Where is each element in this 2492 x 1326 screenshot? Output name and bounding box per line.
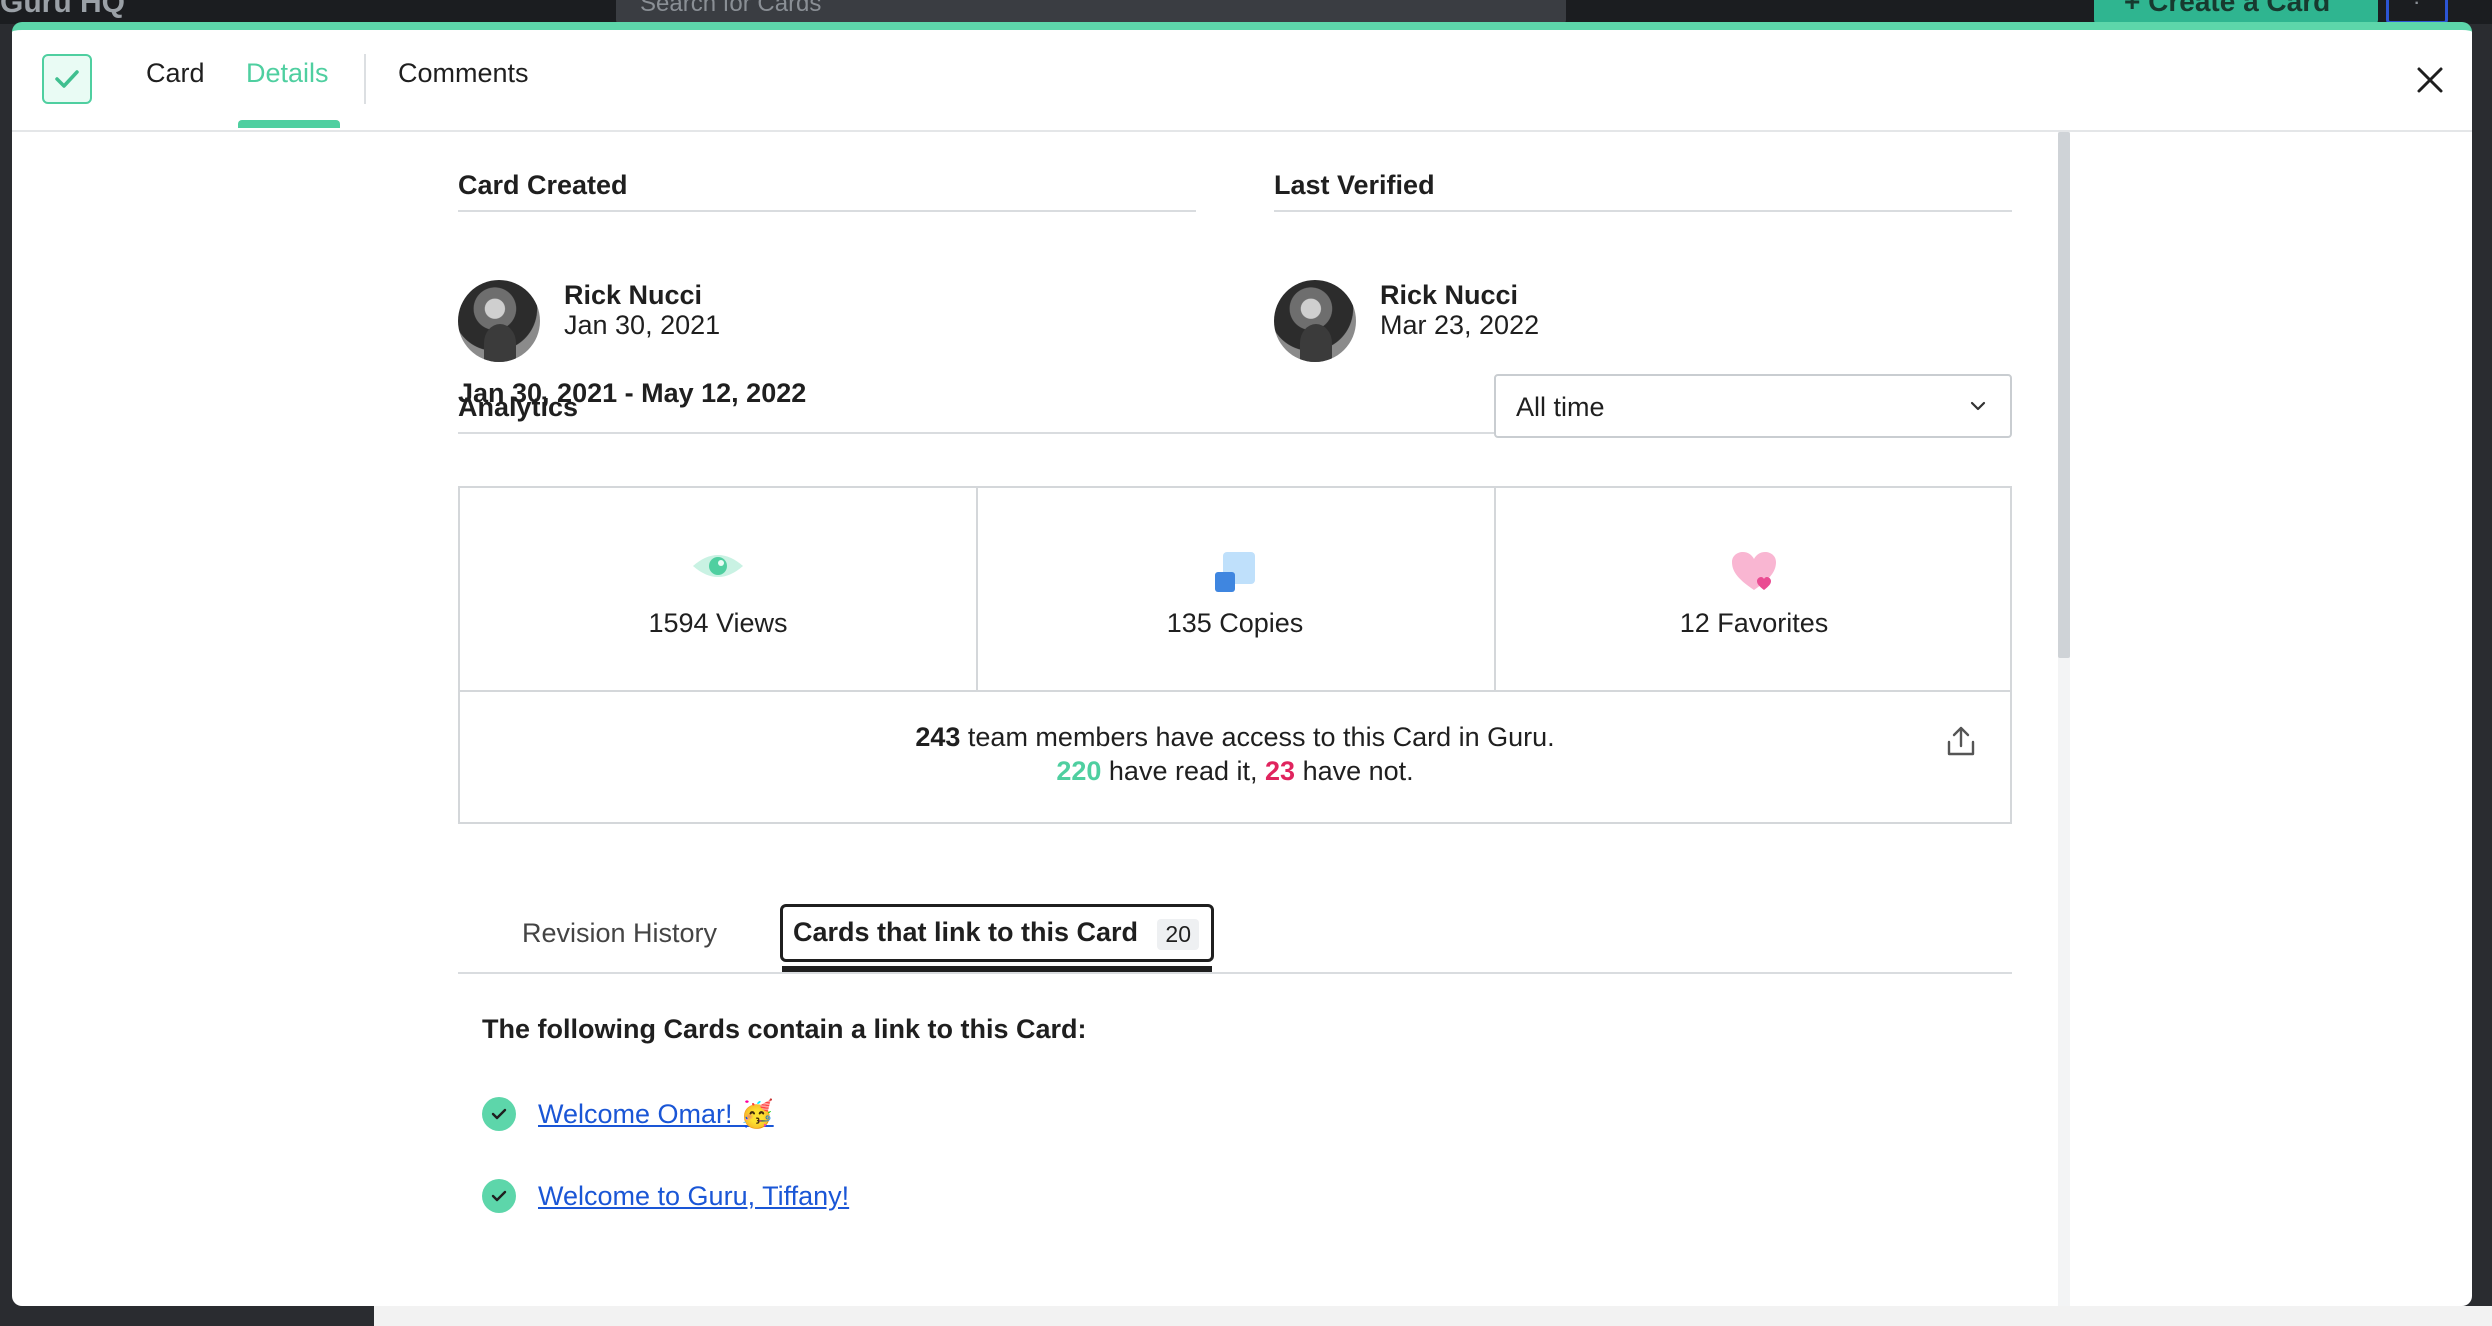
creator-name: Rick Nucci <box>564 280 703 310</box>
verifier-avatar <box>1274 280 1356 362</box>
linked-cards-intro: The following Cards contain a link to th… <box>482 1014 1087 1044</box>
card-created-rule <box>458 210 1196 212</box>
background-title: Guru HQ <box>0 0 125 19</box>
creator-date: Jan 30, 2021 <box>564 310 721 340</box>
background-create-card-button: + Create a Card <box>2094 0 2378 24</box>
tab-active-indicator <box>238 120 340 128</box>
linked-card-link[interactable]: Welcome to Guru, Tiffany! <box>538 1181 849 1212</box>
verifier-date: Mar 23, 2022 <box>1380 310 1540 340</box>
stat-copies: 135 Copies <box>976 488 1492 690</box>
subtab-rule <box>458 972 2012 974</box>
analytics-stats: 1594 Views 135 Copies 12 Favorites <box>458 486 2012 692</box>
modal-header: Card Details Comments <box>12 30 2472 132</box>
tab-card[interactable]: Card <box>146 58 205 89</box>
tab-divider <box>364 54 366 104</box>
tab-comments[interactable]: Comments <box>398 58 529 89</box>
background-search-input: Search for Cards <box>616 0 1566 24</box>
access-total-count: 243 <box>915 722 961 752</box>
verified-check-icon <box>482 1097 516 1131</box>
access-read-text: have read it, <box>1101 756 1266 786</box>
stat-views: 1594 Views <box>460 488 976 690</box>
linked-card-item[interactable]: Welcome Omar! 🥳 <box>482 1094 774 1134</box>
verifier-name: Rick Nucci <box>1380 280 1519 310</box>
access-line-total: 243 team members have access to this Car… <box>460 722 2010 753</box>
last-verified-rule <box>1274 210 2012 212</box>
export-button[interactable] <box>1944 724 1978 758</box>
linked-card-link[interactable]: Welcome Omar! 🥳 <box>538 1098 774 1130</box>
period-select-value: All time <box>1516 392 1605 422</box>
period-select[interactable]: All time <box>1494 374 2012 438</box>
background-bottom-strip <box>374 1306 2492 1326</box>
stat-copies-label: 135 Copies <box>1166 608 1304 638</box>
chevron-down-icon <box>1970 401 1986 411</box>
subtab-linked-cards[interactable]: Cards that link to this Card 20 <box>780 904 1214 962</box>
subtab-linked-cards-label: Cards that link to this Card <box>793 917 1139 947</box>
close-icon <box>2417 67 2443 93</box>
access-total-text: team members have access to this Card in… <box>960 722 1555 752</box>
eye-icon <box>693 555 743 577</box>
copy-icon <box>1215 552 1255 592</box>
access-unread-text: have not. <box>1295 756 1414 786</box>
export-icon <box>1947 726 1975 756</box>
card-created-title: Card Created <box>458 170 628 200</box>
scrollbar-thumb[interactable] <box>2058 132 2070 658</box>
background-help-button: ? <box>2386 0 2448 24</box>
heart-icon <box>1732 552 1776 590</box>
linked-card-item[interactable]: Welcome to Guru, Tiffany! <box>482 1176 849 1216</box>
subtab-revision-history[interactable]: Revision History <box>522 918 717 949</box>
verified-check-icon <box>42 54 92 104</box>
creator-avatar <box>458 280 540 362</box>
access-unread-count: 23 <box>1265 756 1296 786</box>
close-button[interactable] <box>2410 60 2450 100</box>
linked-cards-count-badge: 20 <box>1157 919 1199 950</box>
card-details-modal: Card Details Comments Card Created Rick … <box>12 22 2472 1306</box>
stat-views-label: 1594 Views <box>648 608 788 638</box>
stat-favorites-label: 12 Favorites <box>1679 608 1829 638</box>
access-summary: 243 team members have access to this Car… <box>458 690 2012 824</box>
modal-content: Card Created Rick Nucci Jan 30, 2021 Las… <box>12 132 2472 1306</box>
access-line-read: 220 have read it, 23 have not. <box>460 756 2010 787</box>
verified-check-icon <box>482 1179 516 1213</box>
access-read-count: 220 <box>1056 756 1102 786</box>
tab-details[interactable]: Details <box>246 58 329 89</box>
stat-favorites: 12 Favorites <box>1494 488 2012 690</box>
analytics-date-range: Jan 30, 2021 - May 12, 2022 <box>458 378 807 408</box>
last-verified-title: Last Verified <box>1274 170 1435 200</box>
